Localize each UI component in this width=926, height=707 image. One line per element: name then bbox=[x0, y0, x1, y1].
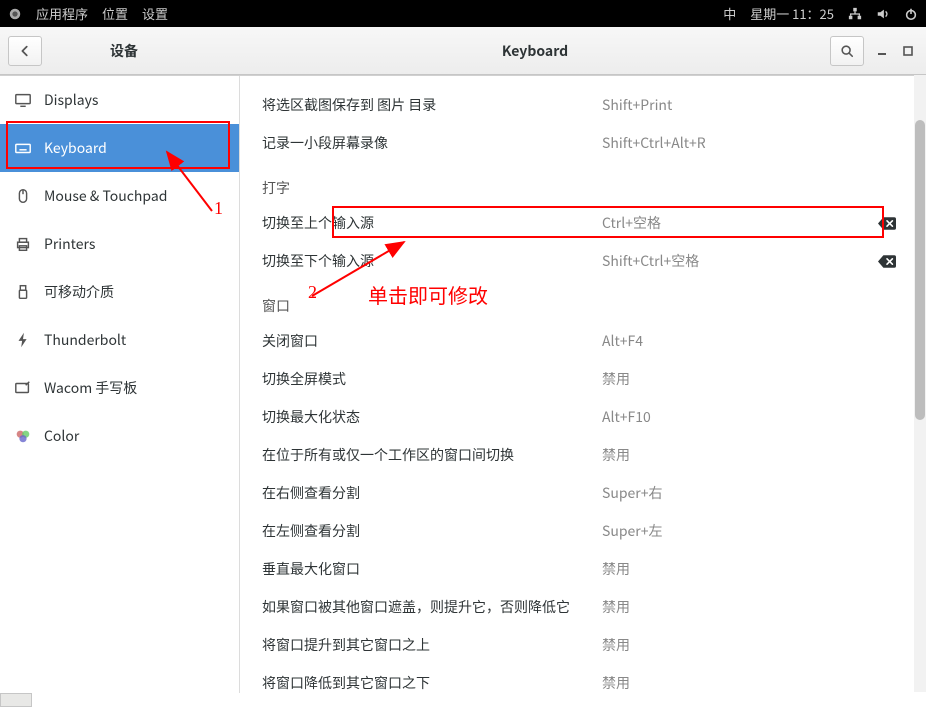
headerbar: 设备 Keyboard bbox=[0, 27, 926, 75]
clear-shortcut-icon[interactable] bbox=[878, 217, 896, 230]
sidebar-item-label: Keyboard bbox=[44, 138, 107, 158]
network-icon[interactable] bbox=[848, 7, 862, 21]
sidebar-item-keyboard[interactable]: Keyboard bbox=[0, 124, 239, 172]
shortcut-key: 禁用 bbox=[602, 673, 896, 693]
sidebar-item-label: Displays bbox=[44, 90, 98, 110]
volume-icon[interactable] bbox=[876, 7, 890, 21]
shortcut-desc: 切换最大化状态 bbox=[262, 407, 602, 427]
section-header-typing: 打字 bbox=[262, 162, 896, 204]
sidebar-item-wacom[interactable]: Wacom 手写板 bbox=[0, 364, 239, 412]
shortcut-row[interactable]: 垂直最大化窗口 禁用 bbox=[262, 550, 896, 588]
shortcut-row-input-next[interactable]: 切换至下个输入源 Shift+Ctrl+空格 bbox=[262, 242, 896, 280]
panel-places[interactable]: 位置 bbox=[102, 4, 128, 23]
shortcut-desc: 切换全屏模式 bbox=[262, 369, 602, 389]
shortcut-row[interactable]: 将选区截图保存到 图片 目录 Shift+Print bbox=[262, 86, 896, 124]
shortcut-desc: 记录一小段屏幕录像 bbox=[262, 133, 602, 153]
shortcut-desc: 垂直最大化窗口 bbox=[262, 559, 602, 579]
shortcut-row[interactable]: 关闭窗口 Alt+F4 bbox=[262, 322, 896, 360]
tablet-icon bbox=[14, 379, 32, 397]
section-header-windows: 窗口 bbox=[262, 280, 896, 322]
shortcut-key: 禁用 bbox=[602, 635, 896, 655]
sidebar-item-label: 可移动介质 bbox=[44, 282, 114, 302]
shortcut-row[interactable]: 将窗口降低到其它窗口之下 禁用 bbox=[262, 664, 896, 693]
taskbar-fragment bbox=[0, 693, 32, 707]
sidebar-item-label: Thunderbolt bbox=[44, 330, 126, 350]
content-area: 将选区截图保存到 图片 目录 Shift+Print 记录一小段屏幕录像 Shi… bbox=[240, 76, 926, 693]
power-icon[interactable] bbox=[904, 7, 918, 21]
thunderbolt-icon bbox=[14, 331, 32, 349]
shortcut-row[interactable]: 如果窗口被其他窗口遮盖，则提升它，否则降低它 禁用 bbox=[262, 588, 896, 626]
sidebar-item-printers[interactable]: Printers bbox=[0, 220, 239, 268]
shortcut-key: Shift+Ctrl+Alt+R bbox=[602, 133, 896, 153]
shortcut-row[interactable]: 将窗口提升到其它窗口之上 禁用 bbox=[262, 626, 896, 664]
sidebar-item-thunderbolt[interactable]: Thunderbolt bbox=[0, 316, 239, 364]
shortcut-key: Shift+Ctrl+空格 bbox=[602, 251, 878, 271]
shortcut-desc: 切换至上个输入源 bbox=[262, 213, 602, 233]
window-minimize-button[interactable] bbox=[874, 43, 890, 59]
shortcut-key: Alt+F10 bbox=[602, 407, 896, 427]
shortcut-desc: 将窗口提升到其它窗口之上 bbox=[262, 635, 602, 655]
panel-apps[interactable]: 应用程序 bbox=[36, 4, 88, 23]
displays-icon bbox=[14, 91, 32, 109]
shortcut-row[interactable]: 在位于所有或仅一个工作区的窗口间切换 禁用 bbox=[262, 436, 896, 474]
shortcut-desc: 将窗口降低到其它窗口之下 bbox=[262, 673, 602, 693]
shortcut-desc: 关闭窗口 bbox=[262, 331, 602, 351]
printer-icon bbox=[14, 235, 32, 253]
shortcut-row[interactable]: 切换全屏模式 禁用 bbox=[262, 360, 896, 398]
sidebar-item-label: Mouse & Touchpad bbox=[44, 186, 167, 206]
shortcut-key: Super+左 bbox=[602, 521, 896, 541]
shortcut-row-input-prev[interactable]: 切换至上个输入源 Ctrl+空格 bbox=[262, 204, 896, 242]
panel-ime-indicator[interactable]: 中 bbox=[723, 4, 736, 23]
sidebar-item-label: Color bbox=[44, 426, 79, 446]
shortcut-key: 禁用 bbox=[602, 597, 896, 617]
sidebar: Displays Keyboard Mouse & Touchpad Print… bbox=[0, 76, 240, 693]
shortcut-key: 禁用 bbox=[602, 559, 896, 579]
panel-clock[interactable]: 星期一 11：25 bbox=[750, 4, 834, 23]
shortcut-key: Shift+Print bbox=[602, 95, 896, 115]
sidebar-item-removable-media[interactable]: 可移动介质 bbox=[0, 268, 239, 316]
shortcut-desc: 切换至下个输入源 bbox=[262, 251, 602, 271]
sidebar-item-displays[interactable]: Displays bbox=[0, 76, 239, 124]
clear-shortcut-icon[interactable] bbox=[878, 255, 896, 268]
window-maximize-button[interactable] bbox=[900, 43, 916, 59]
headerbar-center-title: Keyboard bbox=[240, 41, 830, 61]
sidebar-item-color[interactable]: Color bbox=[0, 412, 239, 460]
shortcut-key: Alt+F4 bbox=[602, 331, 896, 351]
shortcut-key: 禁用 bbox=[602, 369, 896, 389]
shortcut-desc: 在位于所有或仅一个工作区的窗口间切换 bbox=[262, 445, 602, 465]
panel-settings[interactable]: 设置 bbox=[142, 4, 168, 23]
sidebar-item-label: Wacom 手写板 bbox=[44, 378, 137, 398]
sidebar-item-mouse[interactable]: Mouse & Touchpad bbox=[0, 172, 239, 220]
shortcut-desc: 将选区截图保存到 图片 目录 bbox=[262, 95, 602, 115]
shortcut-row[interactable]: 在左侧查看分割 Super+左 bbox=[262, 512, 896, 550]
shortcut-key: Ctrl+空格 bbox=[602, 213, 878, 233]
activities-icon bbox=[8, 7, 22, 21]
keyboard-icon bbox=[14, 139, 32, 157]
shortcut-desc: 在左侧查看分割 bbox=[262, 521, 602, 541]
shortcut-desc: 在右侧查看分割 bbox=[262, 483, 602, 503]
shortcut-key: Super+右 bbox=[602, 483, 896, 503]
usb-icon bbox=[14, 283, 32, 301]
gnome-top-panel: 应用程序 位置 设置 中 星期一 11：25 bbox=[0, 0, 926, 27]
mouse-icon bbox=[14, 187, 32, 205]
color-icon bbox=[14, 427, 32, 445]
scrollbar-thumb[interactable] bbox=[915, 120, 925, 420]
shortcut-row[interactable]: 在右侧查看分割 Super+右 bbox=[262, 474, 896, 512]
shortcut-row[interactable]: 记录一小段屏幕录像 Shift+Ctrl+Alt+R bbox=[262, 124, 896, 162]
sidebar-item-label: Printers bbox=[44, 234, 95, 254]
shortcut-row[interactable]: 切换最大化状态 Alt+F10 bbox=[262, 398, 896, 436]
shortcut-key: 禁用 bbox=[602, 445, 896, 465]
headerbar-left-title: 设备 bbox=[8, 41, 240, 61]
search-button[interactable] bbox=[830, 36, 864, 66]
shortcut-desc: 如果窗口被其他窗口遮盖，则提升它，否则降低它 bbox=[262, 597, 602, 617]
